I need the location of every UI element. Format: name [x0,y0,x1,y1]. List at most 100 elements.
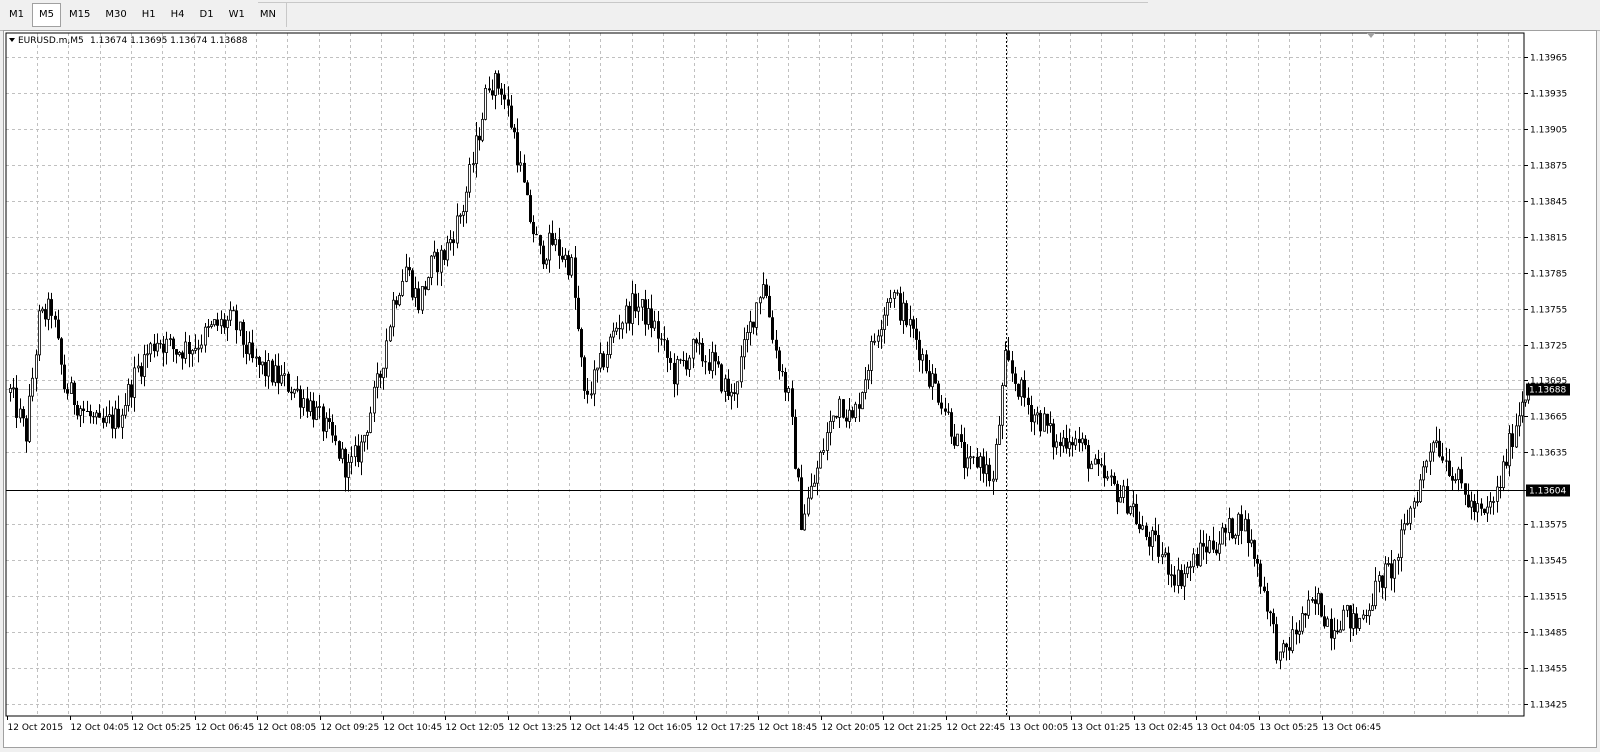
candle [1342,605,1345,631]
candle-body-bear [794,416,797,469]
candle [1081,432,1084,452]
timeframe-button-h1[interactable]: H1 [135,3,163,27]
candle [38,304,41,362]
candle-body-bull [1521,401,1524,417]
candle [931,364,934,400]
candle-body-bear [1390,563,1393,579]
candle [819,450,822,469]
candle-body-bear [650,308,653,329]
price-chart[interactable]: 1.13965 1.13935 1.13905 1.13875 1.13845 1.138… [4,31,1596,747]
candle-body-bull [1419,479,1422,503]
candle-body-bear [1154,530,1157,536]
candle [1470,491,1473,520]
candle [459,213,462,224]
timeframe-button-group: M1 M5 M15 M30 H1 H4 D1 W1 MN [2,3,287,27]
candle-body-bull [893,292,896,299]
candle-body-bear [491,90,494,96]
candle [22,406,25,427]
candle-body-bear [1473,501,1476,512]
candle-body-bull [1339,629,1342,633]
candle-body-bull [165,338,168,353]
candle [1218,531,1221,561]
candle-body-bull [1409,507,1412,524]
candle-body-bull [1151,530,1154,547]
candle [389,324,392,343]
candle [618,314,621,340]
candle [207,319,210,338]
candle-body-bull [985,464,988,475]
candle [513,123,516,139]
candle [1480,498,1483,516]
candle-body-bull [749,321,752,333]
candle-body-bull [1387,563,1390,565]
candle-body-bull [854,403,857,419]
candle [679,358,682,364]
candle-body-bull [302,398,305,408]
candle-body-bull [318,406,321,408]
candle [47,292,50,331]
candle-body-bull [1489,501,1492,508]
timeframe-button-mn[interactable]: MN [253,3,283,27]
candle [242,319,245,358]
candle [606,341,609,373]
candle [599,342,602,373]
candle-body-bull [484,88,487,120]
candle-body-bull [354,445,357,458]
candle-body-bear [1288,647,1291,651]
candle [1071,436,1074,457]
timeframe-button-d1[interactable]: D1 [193,3,221,27]
candle-body-bull [711,351,714,372]
candle-body-bear [682,359,685,361]
candle [972,455,975,465]
candle [1097,449,1100,477]
candle [653,310,656,332]
candle-body-bear [1215,549,1218,554]
candle-body-bear [1103,465,1106,479]
collapse-triangle-icon[interactable] [9,38,15,42]
candle [1282,639,1285,659]
candle [41,306,44,314]
candle-body-bull [1326,618,1329,627]
candle [398,292,401,307]
candle-body-bear [663,339,666,341]
candle [92,412,95,424]
candle-body-bull [1416,501,1419,504]
candle-body-bull [609,336,612,355]
candle [213,319,216,327]
y-tick-label: 1.13635 [1530,449,1567,459]
candle-body-bear [175,349,178,355]
candle-body-bull [121,414,124,428]
candle-body-bear [583,357,586,391]
candle-body-bull [12,387,15,390]
candle [427,276,430,291]
candle [1167,546,1170,586]
timeframe-button-m30[interactable]: M30 [98,3,133,27]
candle [976,448,979,469]
candle [261,361,264,375]
candle [1352,603,1355,637]
candle [698,332,701,355]
chart-window[interactable]: 1.13965 1.13935 1.13905 1.13875 1.13845 1.138… [3,30,1597,748]
candle [424,280,427,296]
timeframe-button-m1[interactable]: M1 [2,3,31,27]
candle-body-bear [781,371,784,373]
candle-body-bull [1429,451,1432,462]
candle-body-bull [433,251,436,257]
candle [127,378,130,412]
chart-shift-icon[interactable] [1367,33,1375,38]
candle [299,385,302,419]
timeframe-button-w1[interactable]: W1 [222,3,252,27]
candle-body-bear [586,390,589,395]
candle-body-bull [829,420,832,434]
candle-body-bull [1301,613,1304,632]
timeframe-button-m5[interactable]: M5 [32,3,61,27]
candle [347,453,350,492]
candle [287,371,290,393]
candle [1027,387,1030,415]
candle [637,292,640,326]
timeframe-button-h4[interactable]: H4 [164,3,192,27]
candle-body-bull [1228,518,1231,534]
timeframe-button-m15[interactable]: M15 [62,3,97,27]
candle [1004,341,1007,387]
candle-body-bull [1384,563,1387,589]
